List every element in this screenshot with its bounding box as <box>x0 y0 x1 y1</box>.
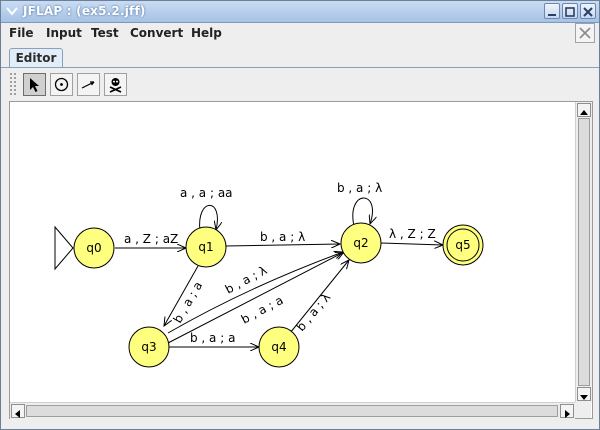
state-label-q5: q5 <box>455 238 470 252</box>
menu-bar: File Input Test Convert Help <box>1 23 599 44</box>
close-editor-button[interactable] <box>575 23 595 43</box>
skull-crossbones-icon <box>109 78 122 93</box>
window-title: JFLAP : (ex5.2.jff) <box>23 4 146 18</box>
title-bar[interactable]: JFLAP : (ex5.2.jff) <box>1 1 599 23</box>
state-q0[interactable]: q0 <box>73 227 115 269</box>
minimize-icon <box>548 14 556 16</box>
transition-arrow-icon <box>81 81 95 89</box>
minimize-button[interactable] <box>544 3 560 19</box>
edge-label-q1-q1[interactable]: a , a ; aa <box>180 186 233 200</box>
edge-label-q4-q2[interactable]: b , a ; λ <box>294 290 334 334</box>
scrollbar-corner <box>575 402 591 418</box>
state-label-q1: q1 <box>198 240 213 254</box>
menu-convert[interactable]: Convert <box>130 26 183 40</box>
state-q1[interactable]: q1 <box>185 226 227 268</box>
edge-label-q3-q2-curved[interactable]: b , a ; λ <box>223 263 269 297</box>
tab-divider <box>1 67 599 68</box>
menu-help[interactable]: Help <box>191 26 222 40</box>
state-label-q0: q0 <box>86 241 101 255</box>
tab-editor[interactable]: Editor <box>9 48 63 68</box>
scroll-down-button[interactable] <box>577 387 591 401</box>
initial-state-marker <box>54 225 74 271</box>
state-creator-tool[interactable] <box>50 73 73 96</box>
attribute-editor-tool[interactable] <box>23 73 46 96</box>
edge-label-q3-q2[interactable]: b , a ; a <box>239 293 286 327</box>
tab-strip: Editor <box>1 46 599 68</box>
app-window: JFLAP : (ex5.2.jff) File Input Test Conv… <box>0 0 600 430</box>
state-circle-icon <box>54 77 69 92</box>
editor-toolbar <box>7 69 593 100</box>
arrow-right-icon <box>565 410 570 418</box>
state-q3[interactable]: q3 <box>128 326 170 368</box>
maximize-icon <box>565 7 575 17</box>
edge-label-q0-q1[interactable]: a , Z ; aZ <box>124 232 178 246</box>
toolbar-grip[interactable] <box>9 72 17 96</box>
maximize-button[interactable] <box>562 3 578 19</box>
jflap-app-icon[interactable] <box>5 4 19 18</box>
scroll-left-button[interactable] <box>11 404 25 418</box>
automaton-diagram[interactable]: a , Z ; aZ a , a ; aa b , a ; λ b , a ; … <box>10 102 576 402</box>
vertical-scroll-thumb[interactable] <box>578 118 590 386</box>
close-window-button[interactable] <box>580 3 596 19</box>
edge-label-q2-q2[interactable]: b , a ; λ <box>337 181 382 195</box>
edge-label-q1-q3[interactable]: b , a ; a <box>170 279 205 325</box>
state-q4[interactable]: q4 <box>258 326 300 368</box>
horizontal-scroll-thumb[interactable] <box>26 405 558 417</box>
state-label-q2: q2 <box>353 236 368 250</box>
pointer-arrow-icon <box>30 78 39 92</box>
state-label-q4: q4 <box>271 340 286 354</box>
scroll-up-button[interactable] <box>577 103 591 117</box>
edge-q2-q5[interactable] <box>380 243 443 245</box>
edge-label-q1-q2[interactable]: b , a ; λ <box>260 230 305 244</box>
state-label-q3: q3 <box>141 340 156 354</box>
edge-q2-q2-loop[interactable] <box>352 197 373 227</box>
close-icon <box>579 27 591 39</box>
state-q5[interactable]: q5 <box>442 224 484 266</box>
transition-creator-tool[interactable] <box>77 73 100 96</box>
vertical-scrollbar[interactable] <box>575 102 592 402</box>
state-q2[interactable]: q2 <box>340 222 382 264</box>
edge-label-q2-q5[interactable]: λ , Z ; Z <box>389 227 436 241</box>
automaton-canvas[interactable]: a , Z ; aZ a , a ; aa b , a ; λ b , a ; … <box>9 101 593 419</box>
scroll-right-button[interactable] <box>560 404 574 418</box>
horizontal-scrollbar[interactable] <box>10 402 575 419</box>
menu-input[interactable]: Input <box>46 26 82 40</box>
arrow-left-icon <box>15 410 20 418</box>
edge-label-q3-q4[interactable]: b , a ; a <box>190 331 235 345</box>
menu-file[interactable]: File <box>9 26 34 40</box>
menu-test[interactable]: Test <box>91 26 119 40</box>
deleter-tool[interactable] <box>104 73 127 96</box>
close-icon <box>583 7 593 17</box>
edge-q1-q2[interactable] <box>225 244 340 246</box>
